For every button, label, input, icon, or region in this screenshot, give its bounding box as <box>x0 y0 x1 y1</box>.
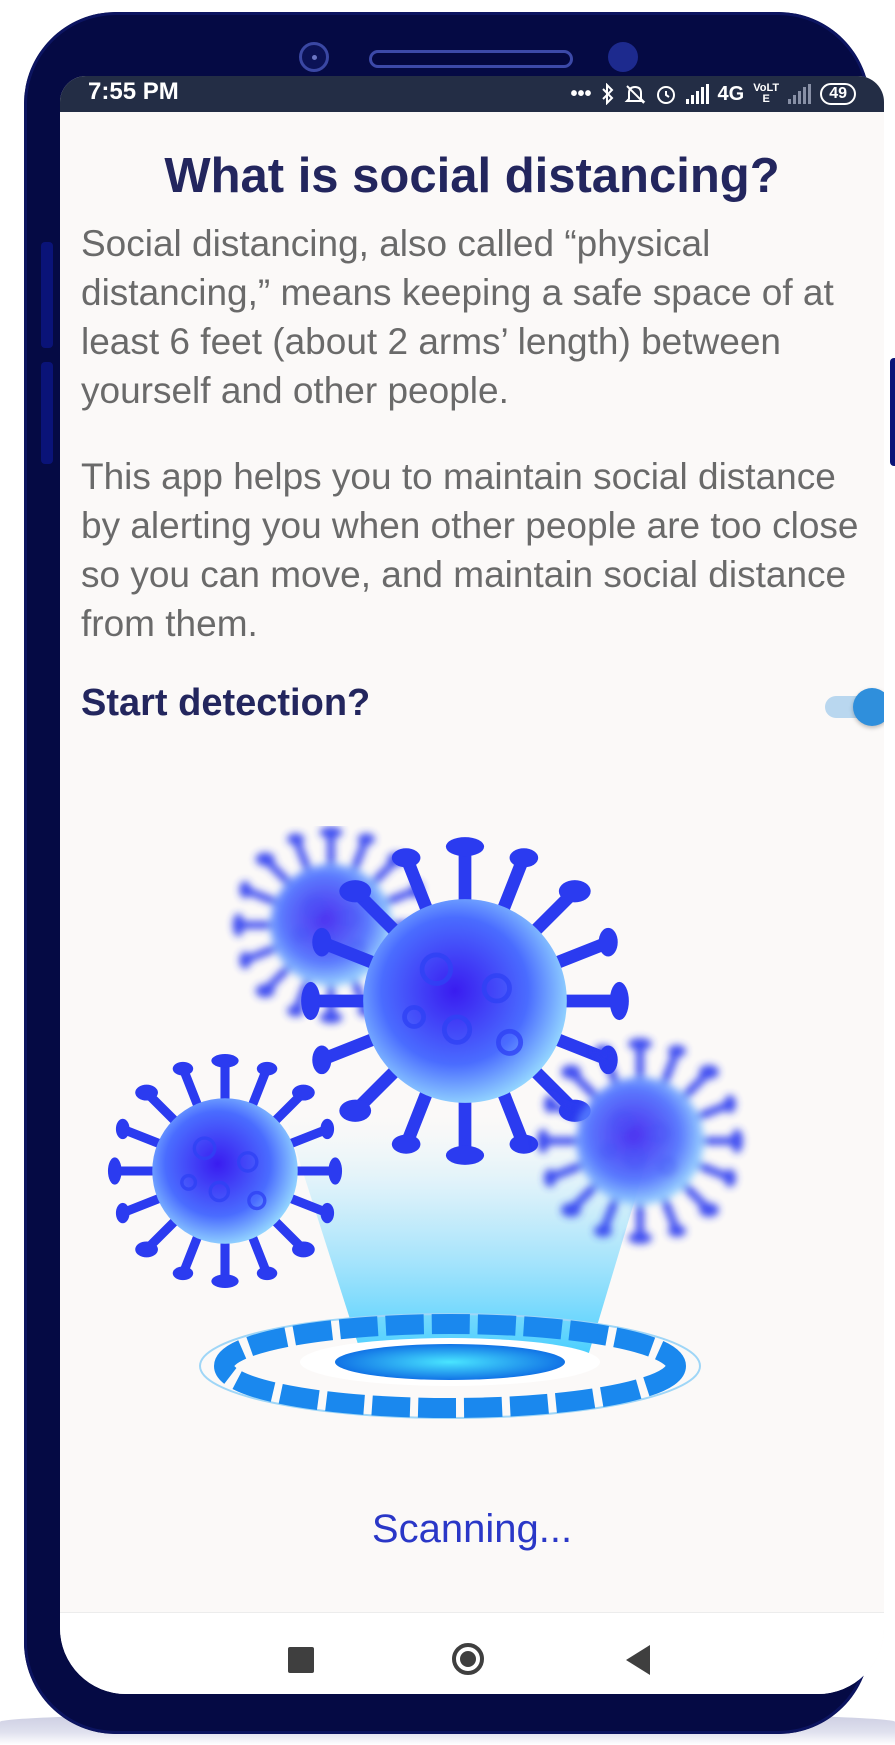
bluetooth-icon <box>601 83 613 105</box>
proximity-sensor <box>608 42 638 72</box>
navigation-bar <box>60 1612 884 1694</box>
battery-icon: 49 <box>820 83 856 105</box>
page-title: What is social distancing? <box>164 149 780 203</box>
alarm-icon <box>656 86 675 104</box>
recents-icon[interactable] <box>288 1647 314 1673</box>
virus-scanner-illustration <box>60 826 884 1419</box>
definition-paragraph: Social distancing, also called “physical… <box>81 223 834 411</box>
volte-badge: VoLTE <box>753 82 780 105</box>
more-notifications-icon: ••• <box>570 82 592 105</box>
status-icons: ••• 4G VoLTE 49 <box>570 76 856 112</box>
virus-small-left <box>108 1054 342 1288</box>
status-bar: 7:55 PM ••• 4G VoLTE 49 <box>60 76 884 112</box>
phone-frame: 7:55 PM ••• 4G VoLTE 49 What is social d… <box>24 12 895 1734</box>
home-icon[interactable] <box>452 1643 484 1675</box>
volume-up-button[interactable] <box>41 242 53 348</box>
app-screen: 7:55 PM ••• 4G VoLTE 49 What is social d… <box>60 76 884 1694</box>
detection-label: Start detection? <box>81 682 371 724</box>
signal-icon-sim2 <box>788 84 812 104</box>
detection-row: Start detection? <box>81 676 884 736</box>
signal-icon <box>685 84 709 104</box>
app-description-paragraph: This app helps you to maintain social di… <box>81 456 859 644</box>
status-time: 7:55 PM <box>88 78 179 105</box>
power-button[interactable] <box>890 358 895 466</box>
virus-blurred-right <box>537 1038 743 1244</box>
scanning-status: Scanning... <box>371 1507 573 1551</box>
network-type: 4G <box>717 82 745 105</box>
hologram-scanner-pad <box>199 1313 701 1419</box>
detection-toggle[interactable] <box>825 688 884 726</box>
back-icon[interactable] <box>626 1645 650 1675</box>
mute-icon <box>624 85 645 104</box>
front-camera <box>299 42 329 72</box>
toggle-knob <box>853 688 884 726</box>
volume-down-button[interactable] <box>41 362 53 464</box>
earpiece-speaker <box>369 50 573 68</box>
